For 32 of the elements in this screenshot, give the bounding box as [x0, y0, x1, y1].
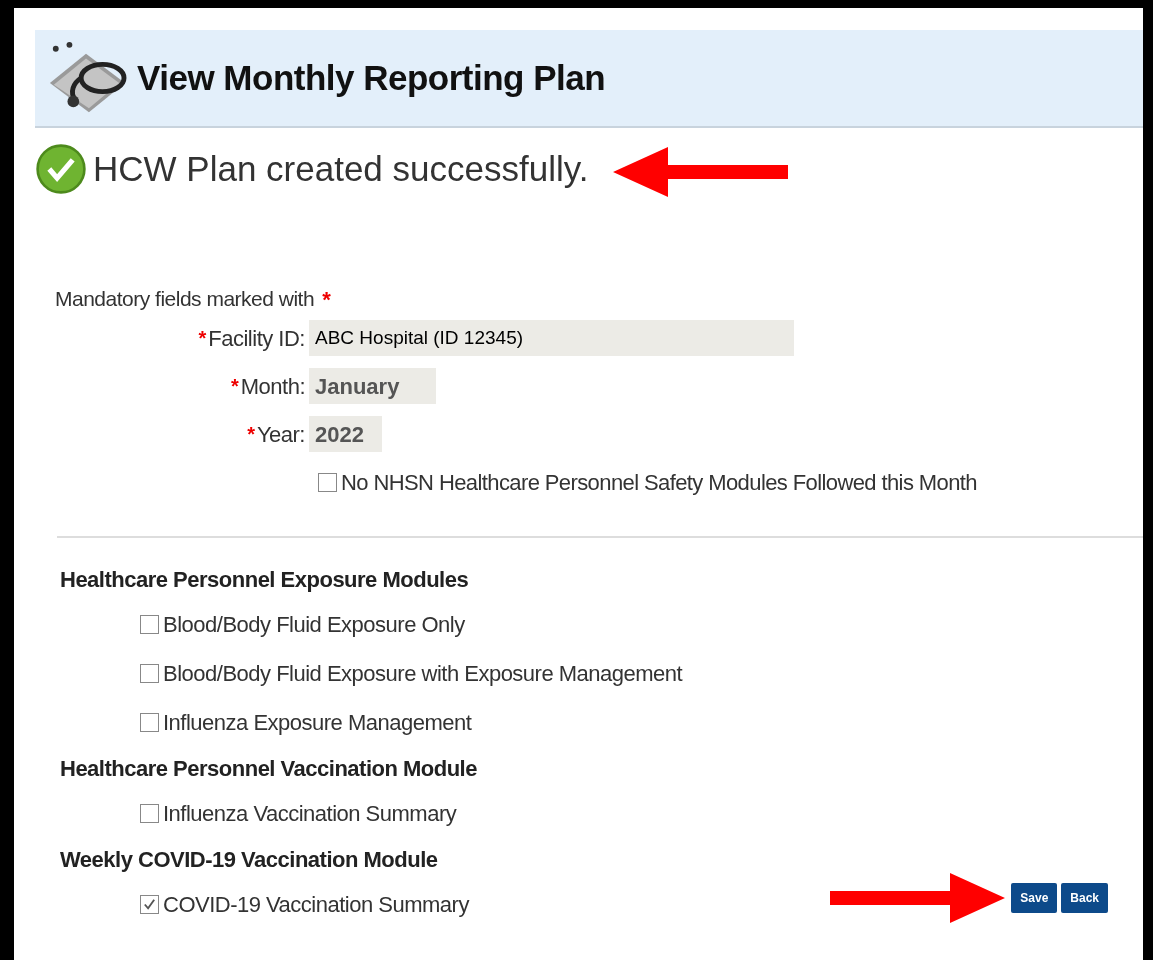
- section-heading: Weekly COVID-19 Vaccination Module: [60, 845, 439, 874]
- success-message: HCW Plan created successfully.: [93, 147, 589, 190]
- field-value: January: [309, 368, 436, 404]
- mandatory-note: Mandatory fields marked with: [55, 286, 315, 313]
- checkmark-icon: [142, 897, 157, 912]
- field-label: Year:: [256, 420, 305, 449]
- checkbox-label: Influenza Exposure Management: [163, 709, 472, 737]
- checkbox-label: Blood/Body Fluid Exposure Only: [163, 611, 465, 639]
- success-check-icon: [35, 143, 87, 195]
- field-value: 2022: [309, 416, 382, 452]
- field-label: Facility ID:: [208, 324, 305, 353]
- required-marker: *: [247, 422, 255, 447]
- field-value: ABC Hospital (ID 12345): [309, 320, 794, 356]
- checkbox[interactable]: [140, 713, 159, 732]
- form-button[interactable]: Back: [1061, 882, 1108, 913]
- field-label: Month:: [240, 372, 305, 401]
- checkbox[interactable]: [140, 664, 159, 683]
- checkbox[interactable]: [140, 895, 159, 914]
- checkbox[interactable]: [140, 615, 159, 634]
- section-heading: Healthcare Personnel Vaccination Module: [60, 754, 478, 783]
- required-marker: *: [322, 285, 331, 314]
- page-title: View Monthly Reporting Plan: [137, 56, 606, 99]
- checkbox-label: No NHSN Healthcare Personnel Safety Modules Followed this Month: [341, 468, 977, 497]
- section-heading: Healthcare Personnel Exposure Modules: [60, 565, 470, 594]
- checkbox-label: COVID-19 Vaccination Summary: [163, 891, 469, 919]
- required-marker: *: [198, 326, 207, 351]
- checkbox[interactable]: [140, 804, 159, 823]
- checkbox-label: Blood/Body Fluid Exposure with Exposure Management: [163, 660, 683, 688]
- checkbox-label: Influenza Vaccination Summary: [163, 800, 457, 828]
- checkbox[interactable]: [318, 472, 337, 492]
- required-marker: *: [230, 374, 239, 399]
- form-button[interactable]: Save: [1011, 882, 1058, 913]
